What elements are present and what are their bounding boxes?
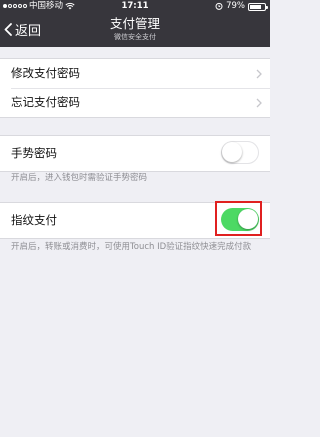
battery-level <box>250 4 261 9</box>
battery-percent: 79% <box>226 1 245 11</box>
gesture-password-row: 手势密码 <box>0 136 270 171</box>
toggle-knob <box>222 142 242 162</box>
page-subtitle: 微信安全支付 <box>114 33 156 41</box>
gesture-password-group: 手势密码 <box>0 135 270 172</box>
toggle-knob <box>238 209 258 229</box>
gesture-password-label: 手势密码 <box>11 146 57 160</box>
forgot-pay-password-row[interactable]: 忘记支付密码 <box>0 88 270 117</box>
fingerprint-payment-row: 指纹支付 <box>0 203 270 238</box>
gesture-password-note: 开启后，进入钱包时需验证手势密码 <box>11 173 148 183</box>
chevron-right-icon <box>256 69 262 79</box>
change-pay-password-row[interactable]: 修改支付密码 <box>0 59 270 88</box>
top-bar: 中国移动 17:11 79% 返回 支付管理 微信安全支付 <box>0 0 270 47</box>
fingerprint-payment-toggle[interactable] <box>221 208 259 231</box>
status-right: 79% <box>215 0 268 12</box>
page-title: 支付管理 <box>109 16 160 31</box>
fingerprint-payment-group: 指纹支付 <box>0 202 270 239</box>
gesture-password-toggle[interactable] <box>221 141 259 164</box>
change-pay-password-label: 修改支付密码 <box>11 66 80 80</box>
fingerprint-payment-note: 开启后，转账或消费时，可使用Touch ID验证指纹快速完成付款 <box>11 242 252 252</box>
forgot-pay-password-label: 忘记支付密码 <box>11 95 80 109</box>
fingerprint-payment-label: 指纹支付 <box>11 213 57 227</box>
chevron-right-icon <box>256 98 262 108</box>
password-settings-group: 修改支付密码 忘记支付密码 <box>0 58 270 118</box>
battery-icon <box>248 2 268 11</box>
status-bar: 中国移动 17:11 79% <box>0 0 270 12</box>
alarm-clock-icon <box>215 2 223 10</box>
